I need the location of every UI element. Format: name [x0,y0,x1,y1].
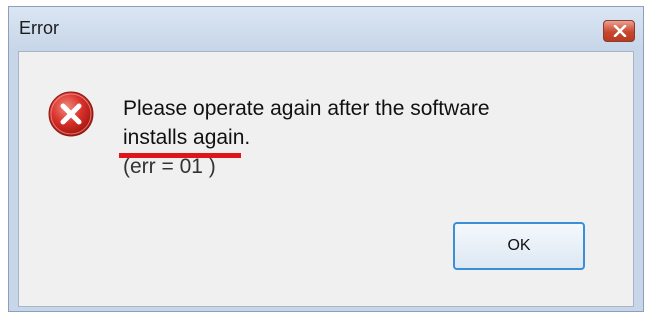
error-dialog: Error Please operate again after the sof… [8,6,644,312]
error-message: Please operate again after the software … [123,94,593,181]
message-line-1: Please operate again after the software [123,97,490,120]
error-icon [48,91,94,137]
ok-button[interactable]: OK [453,222,585,270]
dialog-body: Please operate again after the software … [18,51,634,307]
title-bar[interactable]: Error [9,7,643,51]
close-icon [613,25,627,37]
window-title: Error [19,18,59,38]
close-button[interactable] [603,20,635,42]
message-line-2: installs again. [123,126,251,149]
redaction-line [119,153,241,158]
